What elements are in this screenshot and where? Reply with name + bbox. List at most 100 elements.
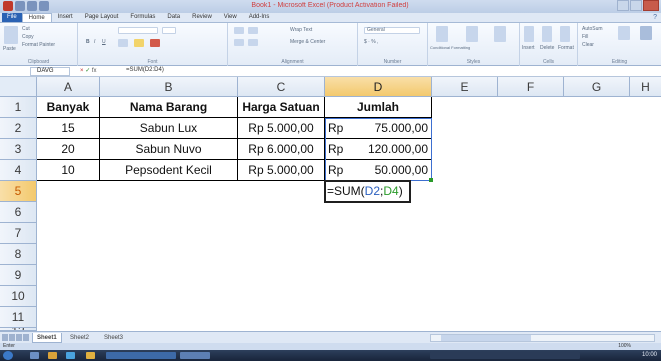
column-header-g[interactable]: G	[564, 77, 630, 97]
tab-formulas[interactable]: Formulas	[124, 13, 161, 22]
row-header-9[interactable]: 9	[0, 265, 37, 286]
media-icon[interactable]	[86, 352, 95, 359]
cell-b1[interactable]: Nama Barang	[100, 97, 238, 118]
underline-button[interactable]: U	[102, 39, 106, 45]
row-header-1[interactable]: 1	[0, 97, 37, 118]
font-size-select[interactable]	[162, 27, 176, 34]
bold-button[interactable]: B	[86, 39, 90, 45]
font-color-icon[interactable]	[150, 39, 160, 47]
cell-d5-editing[interactable]: =SUM(D2;D4)	[324, 180, 411, 203]
row-header-11[interactable]: 11	[0, 307, 37, 328]
currency-button[interactable]: $ · % ,	[364, 39, 378, 45]
row-header-6[interactable]: 6	[0, 202, 37, 223]
fill-button[interactable]: Fill	[582, 34, 588, 40]
cell-b3[interactable]: Sabun Nuvo	[100, 139, 238, 160]
cell-d4[interactable]: Rp 50.000,00	[325, 160, 432, 181]
column-header-b[interactable]: B	[100, 77, 238, 97]
close-button[interactable]	[643, 0, 659, 11]
cell-styles-icon[interactable]	[494, 26, 506, 42]
cancel-icon[interactable]: ×	[80, 68, 84, 74]
sheet-tab-1[interactable]: Sheet1	[32, 333, 62, 343]
merge-center-button[interactable]: Merge & Center	[290, 39, 325, 45]
cut-button[interactable]: Cut	[22, 26, 30, 32]
format-painter-button[interactable]: Format Painter	[22, 42, 55, 48]
font-name-select[interactable]	[118, 27, 158, 34]
zoom-level[interactable]: 100%	[618, 343, 631, 350]
row-header-8[interactable]: 8	[0, 244, 37, 265]
redo-icon[interactable]	[39, 1, 49, 11]
cell-c3[interactable]: Rp 6.000,00	[238, 139, 325, 160]
cell-c4[interactable]: Rp 5.000,00	[238, 160, 325, 181]
fill-color-icon[interactable]	[134, 39, 144, 47]
insert-button[interactable]: Insert	[522, 45, 535, 51]
row-header-2[interactable]: 2	[0, 118, 37, 139]
cell-d1[interactable]: Jumlah	[325, 97, 432, 118]
clock[interactable]: 10:00	[642, 351, 657, 360]
delete-cells-icon[interactable]	[542, 26, 552, 42]
row-header-4[interactable]: 4	[0, 160, 37, 181]
formula-input[interactable]: =SUM(D2:D4)	[126, 67, 164, 73]
column-header-a[interactable]: A	[37, 77, 100, 97]
column-header-c[interactable]: C	[238, 77, 325, 97]
column-header-d[interactable]: D	[325, 77, 432, 97]
paste-icon[interactable]	[4, 26, 18, 44]
prev-sheet-icon[interactable]	[9, 334, 15, 341]
clear-button[interactable]: Clear	[582, 42, 594, 48]
select-all-button[interactable]	[0, 77, 37, 97]
conditional-formatting-icon[interactable]	[436, 26, 448, 42]
cell-d2[interactable]: Rp 75.000,00	[325, 118, 432, 139]
row-header-7[interactable]: 7	[0, 223, 37, 244]
minimize-button[interactable]	[617, 0, 629, 11]
cell-d3[interactable]: Rp 120.000,00	[325, 139, 432, 160]
tab-review[interactable]: Review	[186, 13, 218, 22]
sheet-tab-2[interactable]: Sheet2	[66, 333, 93, 343]
column-header-f[interactable]: F	[498, 77, 564, 97]
format-as-table-icon[interactable]	[466, 26, 478, 42]
wrap-text-button[interactable]: Wrap Text	[290, 27, 312, 33]
format-button[interactable]: Format	[558, 45, 574, 51]
tab-home[interactable]: Home	[21, 13, 52, 22]
align-middle-icon[interactable]	[248, 27, 258, 34]
align-top-icon[interactable]	[234, 27, 244, 34]
folder-icon[interactable]	[48, 352, 57, 359]
cell-c1[interactable]: Harga Satuan	[238, 97, 325, 118]
delete-button[interactable]: Delete	[540, 45, 554, 51]
tab-add-ins[interactable]: Add-Ins	[243, 13, 276, 22]
cell-a2[interactable]: 15	[37, 118, 100, 139]
save-icon[interactable]	[15, 1, 25, 11]
excel-taskbar-button[interactable]	[106, 352, 176, 359]
help-icon[interactable]: ?	[653, 14, 657, 21]
borders-icon[interactable]	[118, 39, 128, 47]
column-header-h[interactable]: H	[630, 77, 661, 97]
first-sheet-icon[interactable]	[2, 334, 8, 341]
undo-icon[interactable]	[27, 1, 37, 11]
explorer-icon[interactable]	[30, 352, 39, 359]
copy-button[interactable]: Copy	[22, 34, 34, 40]
cell-b4[interactable]: Pepsodent Kecil	[100, 160, 238, 181]
sort-filter-icon[interactable]	[618, 26, 630, 40]
file-tab[interactable]: File	[2, 13, 22, 22]
row-header-10[interactable]: 10	[0, 286, 37, 307]
cell-a3[interactable]: 20	[37, 139, 100, 160]
tab-insert[interactable]: Insert	[52, 13, 79, 22]
tab-data[interactable]: Data	[161, 13, 186, 22]
browser-icon[interactable]	[66, 352, 75, 359]
find-select-icon[interactable]	[640, 26, 652, 40]
start-button[interactable]	[3, 351, 13, 360]
enter-icon[interactable]: ✓	[85, 68, 90, 74]
cell-c2[interactable]: Rp 5.000,00	[238, 118, 325, 139]
autosum-button[interactable]: AutoSum	[582, 26, 603, 32]
column-header-e[interactable]: E	[432, 77, 498, 97]
insert-function-icon[interactable]: fx	[92, 68, 97, 74]
align-left-icon[interactable]	[234, 39, 244, 46]
cell-a4[interactable]: 10	[37, 160, 100, 181]
row-header-5[interactable]: 5	[0, 181, 37, 202]
format-cells-icon[interactable]	[560, 26, 570, 42]
maximize-button[interactable]	[630, 0, 642, 11]
cell-a1[interactable]: Banyak	[37, 97, 100, 118]
paste-button[interactable]: Paste	[3, 46, 16, 52]
last-sheet-icon[interactable]	[23, 334, 29, 341]
horizontal-scrollbar[interactable]	[430, 334, 655, 342]
row-header-3[interactable]: 3	[0, 139, 37, 160]
taskbar-button[interactable]	[180, 352, 210, 359]
